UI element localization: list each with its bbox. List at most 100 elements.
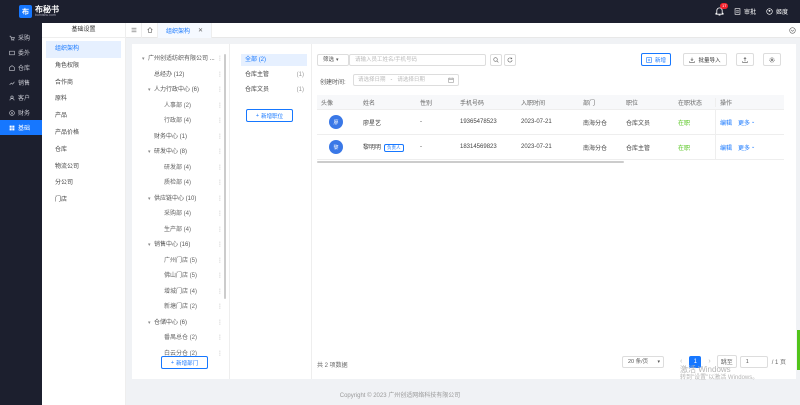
finance-icon [9, 109, 15, 116]
more-vertical-icon[interactable]: ⋮ [217, 85, 223, 95]
tree-node[interactable]: 总经办 (12) [154, 70, 218, 80]
tree-root[interactable]: ▾ 广州创适纺织有限公司 ... [142, 54, 218, 64]
sidebar-item-warehouse[interactable]: 仓库 [0, 60, 42, 75]
tree-node[interactable]: ▾ 销售中心 (16) [148, 240, 218, 250]
table-row[interactable]: 廖 廖星艺 - 19365478523 2023-07-21 南海分仓 仓库文员… [317, 109, 784, 135]
user-menu[interactable]: 姬度 [766, 7, 788, 16]
table-scrollbar[interactable] [317, 161, 624, 163]
more-link[interactable]: 更多 [738, 118, 750, 127]
start-date-input[interactable]: 请选择日期 [358, 75, 386, 85]
more-link[interactable]: 更多 [738, 143, 750, 152]
tree-node[interactable]: 质检部 (4) [164, 178, 218, 188]
windows-activation-watermark: 激活 Windows 转到"设置"以激活 Windows。 [680, 365, 759, 381]
chevron-down-icon[interactable]: ⌄ [751, 144, 755, 150]
add-position-button[interactable]: + 新增职位 [246, 109, 293, 122]
edit-link[interactable]: 编辑 [720, 143, 732, 152]
more-vertical-icon[interactable]: ⋮ [217, 147, 223, 157]
sidebar-item-finance[interactable]: 财务 [0, 105, 42, 120]
tree-node[interactable]: 行政部 (4) [164, 116, 218, 126]
more-vertical-icon[interactable]: ⋮ [217, 101, 223, 111]
position-item-supervisor[interactable]: 仓库主管 (1) [241, 69, 307, 81]
tree-node[interactable]: ▾ 研发中心 (8) [148, 147, 218, 157]
menu-icon [131, 27, 136, 33]
submenu-item-branch[interactable]: 分公司 [46, 175, 121, 192]
logo[interactable]: 布 布秘书 bumishu.com [0, 5, 75, 18]
more-vertical-icon[interactable]: ⋮ [217, 163, 223, 173]
table-row[interactable]: 黎 黎明明 负责人 - 18314569823 2023-07-21 南海分仓 仓… [317, 134, 784, 160]
sidebar-item-sales[interactable]: 销售 [0, 75, 42, 90]
submenu-item-roles[interactable]: 角色权限 [46, 58, 121, 75]
add-employee-button[interactable]: 新增 [641, 53, 671, 66]
submenu-item-logistics[interactable]: 物流公司 [46, 159, 121, 176]
tree-node[interactable]: 增城门店 (4) [164, 287, 218, 297]
notification-button[interactable]: 17 [715, 3, 729, 16]
submenu-item-org[interactable]: 组织架构 [46, 41, 121, 58]
tree-node[interactable]: 番禺总仓 (2) [164, 333, 218, 343]
position-item-clerk[interactable]: 仓库文员 (1) [241, 84, 307, 96]
more-vertical-icon[interactable]: ⋮ [217, 194, 223, 204]
date-range-picker[interactable]: 请选择日期 - 请选择日期 [353, 74, 459, 86]
tree-node[interactable]: 佛山门店 (5) [164, 271, 218, 281]
refresh-button[interactable] [504, 54, 516, 66]
chevron-down-icon[interactable]: ⌄ [751, 119, 755, 125]
more-vertical-icon[interactable]: ⋮ [217, 54, 223, 64]
more-vertical-icon[interactable]: ⋮ [217, 287, 223, 297]
add-department-button[interactable]: + 新增部门 [161, 356, 208, 369]
tab-org[interactable]: 组织架构 ✕ [158, 22, 213, 38]
more-vertical-icon[interactable]: ⋮ [217, 225, 223, 235]
tree-scrollbar[interactable] [224, 54, 226, 299]
position-item-all[interactable]: 全部 (2) [241, 54, 307, 66]
tab-options-button[interactable] [785, 23, 800, 38]
export-button[interactable] [736, 53, 754, 66]
tree-node[interactable]: 新塘门店 (2) [164, 302, 218, 312]
filter-dropdown[interactable]: 筛选 ▾ [317, 54, 349, 66]
close-icon[interactable]: ✕ [198, 27, 203, 34]
tree-node-label: 采购部 (4) [164, 211, 192, 217]
more-vertical-icon[interactable]: ⋮ [217, 256, 223, 266]
tree-node[interactable]: 研发部 (4) [164, 163, 218, 173]
tree-node[interactable]: 生产部 (4) [164, 225, 218, 235]
menu-toggle-button[interactable] [126, 22, 142, 38]
tree-node-label: 销售中心 (16) [154, 242, 191, 248]
settings-button[interactable] [763, 53, 781, 66]
more-vertical-icon[interactable]: ⋮ [217, 209, 223, 219]
review-button[interactable]: 审批 [734, 7, 756, 16]
sidebar-item-customer[interactable]: 客户 [0, 90, 42, 105]
tree-node[interactable]: 采购部 (4) [164, 209, 218, 219]
tree-node[interactable]: 人事部 (2) [164, 101, 218, 111]
more-vertical-icon[interactable]: ⋮ [217, 333, 223, 343]
prev-page-button[interactable]: ‹ [680, 358, 682, 365]
tree-node[interactable]: 广州门店 (5) [164, 256, 218, 266]
submenu-item-products[interactable]: 产品 [46, 108, 121, 125]
more-vertical-icon[interactable]: ⋮ [217, 240, 223, 250]
end-date-input[interactable]: 请选择日期 [397, 75, 425, 85]
page-size-select[interactable]: 20 条/页 ▾ [622, 355, 664, 368]
more-vertical-icon[interactable]: ⋮ [217, 318, 223, 328]
submenu-item-stores[interactable]: 门店 [46, 192, 121, 209]
submenu-item-partners[interactable]: 合作商 [46, 75, 121, 92]
next-page-button[interactable]: › [708, 358, 710, 365]
sidebar-item-purchase[interactable]: 采购 [0, 30, 42, 45]
tree-node[interactable]: 财务中心 (1) [154, 132, 218, 142]
more-vertical-icon[interactable]: ⋮ [217, 271, 223, 281]
tree-node-label: 人力行政中心 (6) [154, 87, 200, 93]
more-vertical-icon[interactable]: ⋮ [217, 70, 223, 80]
more-vertical-icon[interactable]: ⋮ [217, 116, 223, 126]
tree-node[interactable]: ▾ 人力行政中心 (6) [148, 85, 218, 95]
more-vertical-icon[interactable]: ⋮ [217, 302, 223, 312]
more-vertical-icon[interactable]: ⋮ [217, 132, 223, 142]
submenu-item-warehouse[interactable]: 仓库 [46, 142, 121, 159]
home-button[interactable] [142, 22, 158, 38]
sidebar-item-base[interactable]: 基础 [0, 120, 42, 135]
tree-node[interactable]: ▾ 仓储中心 (6) [148, 318, 218, 328]
tree-node[interactable]: ▾ 供应链中心 (10) [148, 194, 218, 204]
edit-link[interactable]: 编辑 [720, 118, 732, 127]
more-vertical-icon[interactable]: ⋮ [217, 178, 223, 188]
sidebar-item-outsource[interactable]: 委外 [0, 45, 42, 60]
submenu-item-materials[interactable]: 原料 [46, 91, 121, 108]
batch-import-button[interactable]: 批量导入 [683, 53, 727, 66]
search-input[interactable]: 请输入员工姓名/手机号码 [349, 54, 486, 66]
submenu-item-product-price[interactable]: 产品价格 [46, 125, 121, 142]
more-vertical-icon[interactable]: ⋮ [217, 349, 223, 359]
search-button[interactable] [490, 54, 502, 66]
